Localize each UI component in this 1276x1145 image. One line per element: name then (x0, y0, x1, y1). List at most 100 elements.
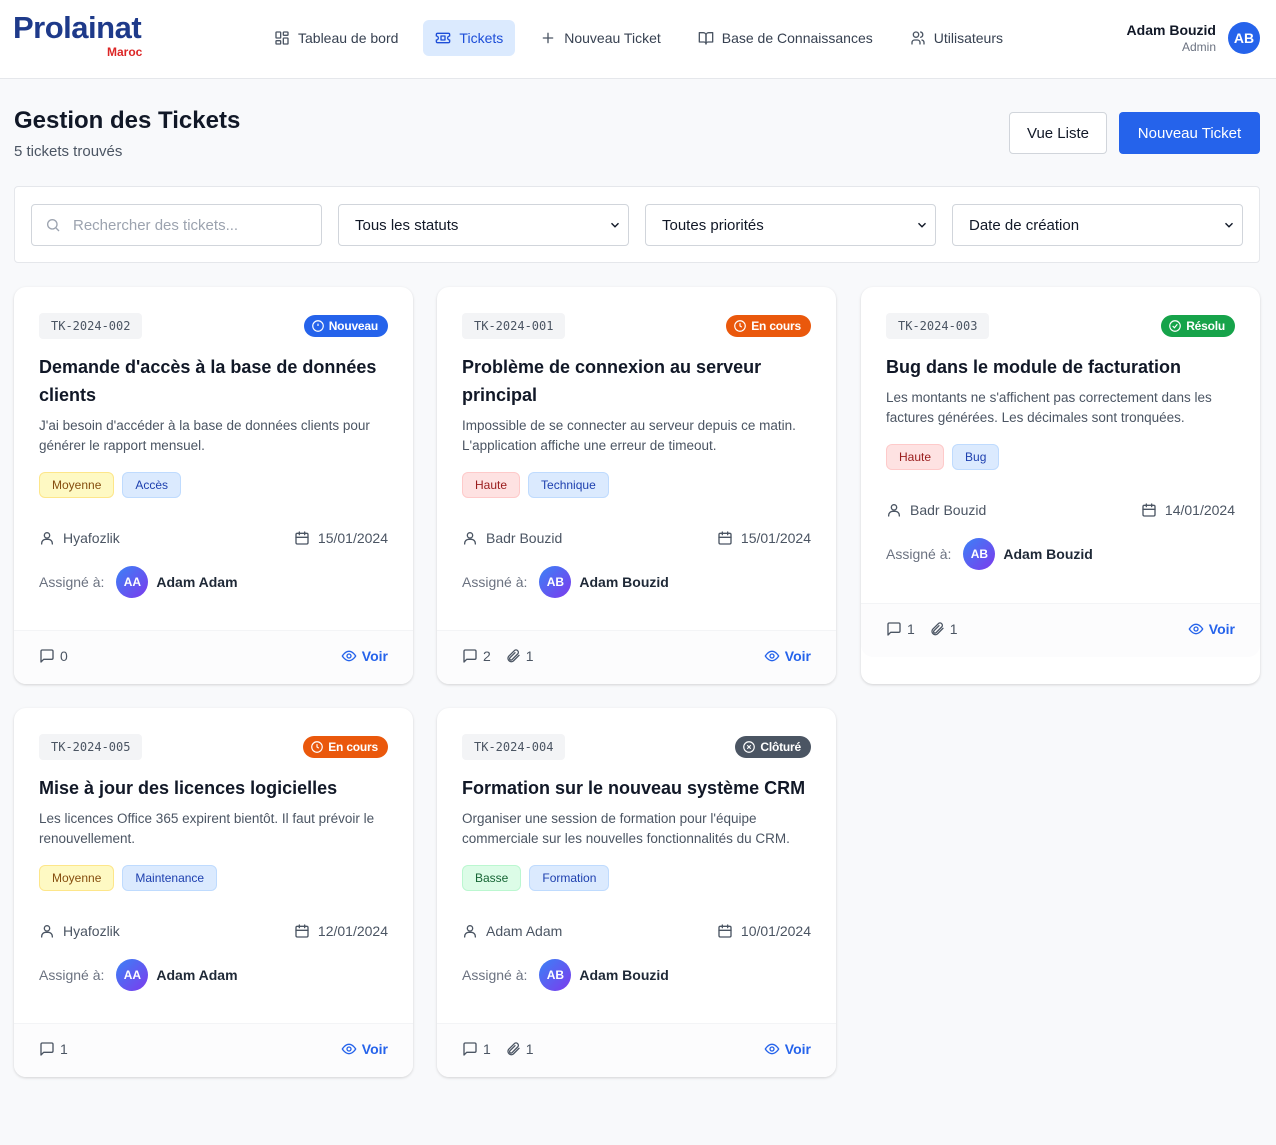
author-name: Badr Bouzid (486, 530, 563, 546)
ticket-id: TK-2024-005 (39, 734, 143, 760)
dashboard-icon (275, 31, 289, 45)
ticket-date: 15/01/2024 (717, 530, 811, 546)
ticket-assignee: Assigné à: AB Adam Bouzid (462, 566, 669, 598)
ticket-description: Impossible de se connecter au serveur de… (462, 418, 796, 453)
sort-select[interactable]: Date de création (952, 204, 1243, 246)
calendar-icon (1142, 503, 1156, 517)
view-ticket-link[interactable]: Voir (341, 1041, 388, 1057)
nav-users[interactable]: Utilisateurs (898, 20, 1015, 56)
comment-count: 2 (462, 648, 491, 664)
status-label: En cours (751, 319, 801, 333)
nav-dashboard[interactable]: Tableau de bord (262, 20, 410, 56)
ticket-description: Les montants ne s'affichent pas correcte… (886, 390, 1212, 425)
priority-tag: Moyenne (39, 865, 115, 891)
ticket-title[interactable]: Mise à jour des licences logicielles (39, 774, 388, 802)
ticket-tags: Basse Formation (462, 865, 610, 891)
ticket-card[interactable]: TK-2024-001 En cours Problème de connexi… (437, 287, 836, 684)
comment-icon (463, 649, 477, 663)
brand-logo[interactable]: Prolainat Maroc (13, 12, 142, 60)
ticket-card[interactable]: TK-2024-005 En cours Mise à jour des lic… (14, 708, 413, 1077)
nav-new-ticket-label: Nouveau Ticket (564, 30, 661, 46)
attachment-count: 1 (505, 648, 534, 664)
attachment-count-value: 1 (525, 648, 534, 664)
ticket-card[interactable]: TK-2024-003 Résolu Bug dans le module de… (861, 287, 1260, 684)
calendar-icon (295, 924, 309, 938)
ticket-card[interactable]: TK-2024-002 Nouveau Demande d'accès à la… (14, 287, 413, 684)
ticket-id: TK-2024-001 (462, 313, 566, 339)
ticket-author: Adam Adam (462, 923, 562, 939)
assignee-name: Adam Adam (156, 967, 238, 983)
ticket-date: 14/01/2024 (1141, 502, 1235, 518)
user-icon (464, 925, 476, 938)
ticket-icon (436, 32, 451, 44)
nav-tickets-label: Tickets (459, 30, 504, 46)
ticket-meta: Hyafozlik 15/01/2024 (39, 530, 388, 550)
users-icon (911, 31, 925, 45)
author-name: Hyafozlik (63, 530, 120, 546)
comment-count-value: 2 (483, 648, 491, 664)
eye-icon (1188, 623, 1204, 635)
status-badge: En cours (303, 736, 388, 758)
ticket-title[interactable]: Bug dans le module de facturation (886, 353, 1235, 381)
ticket-counts: 1 1 (886, 621, 972, 637)
user-avatar[interactable]: AB (1228, 22, 1260, 54)
ticket-title[interactable]: Formation sur le nouveau système CRM (462, 774, 811, 802)
priority-tag: Moyenne (39, 472, 115, 498)
status-badge: Résolu (1161, 315, 1235, 337)
priority-tag: Haute (886, 444, 945, 470)
status-label: Nouveau (328, 319, 378, 333)
nav-users-label: Utilisateurs (933, 30, 1003, 46)
eye-icon (341, 650, 357, 662)
view-ticket-link[interactable]: Voir (1188, 621, 1235, 637)
search-icon (47, 219, 60, 232)
search-input[interactable]: Rechercher des tickets... (31, 204, 322, 246)
nav-new-ticket[interactable]: Nouveau Ticket (528, 20, 673, 56)
ticket-tags: Moyenne Accès (39, 472, 182, 498)
brand-sub: Maroc (107, 45, 143, 59)
view-label: Voir (784, 1041, 811, 1057)
list-view-button[interactable]: Vue Liste (1009, 112, 1107, 154)
ticket-author: Badr Bouzid (886, 502, 986, 518)
status-label: Clôturé (760, 740, 801, 754)
ticket-description: Les licences Office 365 expirent bientôt… (39, 811, 375, 846)
category-tag: Bug (952, 444, 1000, 470)
ticket-description: Organiser une session de formation pour … (462, 811, 790, 846)
assignee-avatar: AB (963, 538, 996, 570)
nav-tickets[interactable]: Tickets (423, 20, 516, 56)
new-ticket-button[interactable]: Nouveau Ticket (1119, 112, 1260, 154)
ticket-title[interactable]: Problème de connexion au serveur princip… (462, 353, 811, 409)
status-filter-select[interactable]: Tous les statuts (338, 204, 629, 246)
view-ticket-link[interactable]: Voir (764, 1041, 811, 1057)
view-ticket-link[interactable]: Voir (341, 648, 388, 664)
priority-filter-select[interactable]: Toutes priorités (645, 204, 936, 246)
sort-value: Date de création (969, 216, 1080, 234)
assignee-name: Adam Bouzid (579, 574, 669, 590)
ticket-card[interactable]: TK-2024-004 Clôturé Formation sur le nou… (437, 708, 836, 1077)
user-role: Admin (1181, 40, 1216, 54)
calendar-icon (718, 531, 732, 545)
ticket-assignee: Assigné à: AB Adam Bouzid (462, 959, 669, 991)
ticket-meta: Hyafozlik 12/01/2024 (39, 923, 388, 943)
comment-count-value: 1 (60, 1041, 68, 1057)
ticket-assignee: Assigné à: AA Adam Adam (39, 959, 238, 991)
assignee-name: Adam Bouzid (1003, 546, 1093, 562)
paperclip-icon (507, 649, 520, 663)
attachment-count: 1 (929, 621, 958, 637)
status-badge: Nouveau (303, 315, 388, 337)
ticket-author: Hyafozlik (39, 530, 120, 546)
user-icon (888, 504, 900, 517)
user-menu[interactable]: Adam Bouzid Admin AB (1127, 21, 1260, 55)
status-label: Résolu (1186, 319, 1225, 333)
user-icon (41, 925, 53, 938)
ticket-id: TK-2024-002 (39, 313, 143, 339)
user-icon (464, 532, 476, 545)
view-ticket-link[interactable]: Voir (764, 648, 811, 664)
ticket-id: TK-2024-004 (462, 734, 566, 760)
assignee-avatar: AB (539, 959, 572, 991)
category-tag: Technique (528, 472, 609, 498)
nav-knowledge-base[interactable]: Base de Connaissances (686, 20, 885, 56)
comment-count: 1 (886, 621, 915, 637)
category-tag: Accès (122, 472, 182, 498)
ticket-title[interactable]: Demande d'accès à la base de données cli… (39, 353, 388, 409)
ticket-footer: 2 1 Voir (437, 630, 836, 684)
